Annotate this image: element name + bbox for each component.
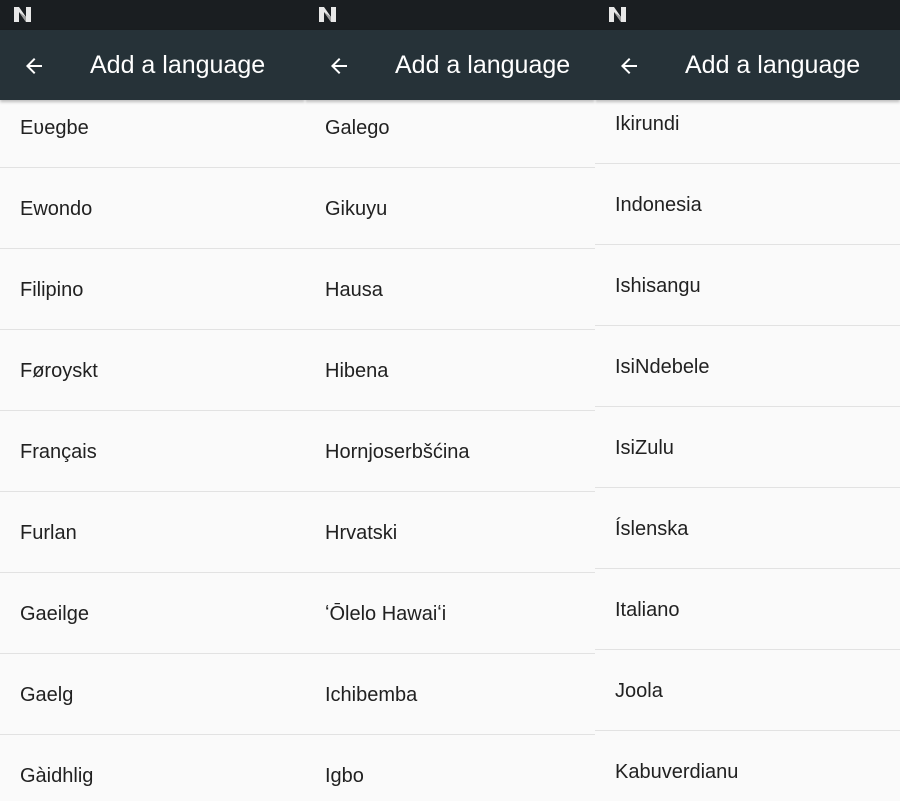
app-bar: Add a language <box>305 30 595 100</box>
language-label: Italiano <box>615 599 680 621</box>
language-label: Furlan <box>20 522 77 544</box>
nougat-n-icon <box>14 7 31 22</box>
language-label: Hibena <box>325 360 389 382</box>
language-label: Ikirundi <box>615 113 680 135</box>
page-title: Add a language <box>395 51 571 79</box>
status-bar <box>595 0 900 30</box>
language-item[interactable]: Íslenska <box>595 488 900 569</box>
language-item[interactable]: Ishisangu <box>595 245 900 326</box>
language-item[interactable]: Føroyskt <box>0 330 305 411</box>
language-label: Gikuyu <box>325 198 388 220</box>
language-label: Íslenska <box>615 518 689 540</box>
language-item[interactable]: Igbo <box>305 735 595 801</box>
back-button[interactable] <box>14 46 54 86</box>
language-item[interactable]: Hrvatski <box>305 492 595 573</box>
nougat-n-icon <box>319 7 336 22</box>
language-item[interactable]: IsiNdebele <box>595 326 900 407</box>
status-bar <box>305 0 595 30</box>
language-label: Hausa <box>325 279 383 301</box>
language-label: Gaeilge <box>20 603 89 625</box>
arrow-back-icon <box>26 58 42 74</box>
language-label: Kabuverdianu <box>615 761 739 783</box>
language-item[interactable]: Joola <box>595 650 900 731</box>
language-label: Ishisangu <box>615 275 701 297</box>
language-item[interactable]: Gikuyu <box>305 168 595 249</box>
language-label: Joola <box>615 680 663 702</box>
language-label: Ichibemba <box>325 684 418 706</box>
page-title: Add a language <box>685 51 861 79</box>
language-label: IsiZulu <box>615 437 674 459</box>
language-label: Hrvatski <box>325 522 398 544</box>
language-label: Filipino <box>20 279 84 301</box>
language-item[interactable]: Indonesia <box>595 164 900 245</box>
language-label: Føroyskt <box>20 360 98 382</box>
app-bar: Add a language <box>595 30 900 100</box>
language-item[interactable]: ʻŌlelo Hawaiʻi <box>305 573 595 654</box>
language-item[interactable]: Hornjoserbšćina <box>305 411 595 492</box>
language-item[interactable]: Français <box>0 411 305 492</box>
language-label: Gaelg <box>20 684 74 706</box>
language-label: Ewondo <box>20 198 93 220</box>
language-label: Eʋegbe <box>20 117 89 139</box>
page-title: Add a language <box>90 51 266 79</box>
language-label: ʻŌlelo Hawaiʻi <box>325 603 447 625</box>
language-label: Français <box>20 441 97 463</box>
back-button[interactable] <box>319 46 359 86</box>
language-label: Gàidhlig <box>20 765 94 787</box>
arrow-back-icon <box>621 58 637 74</box>
nougat-n-icon <box>609 7 626 22</box>
language-item[interactable]: Gàidhlig <box>0 735 305 801</box>
language-item[interactable]: Gaelg <box>0 654 305 735</box>
language-item[interactable]: Italiano <box>595 569 900 650</box>
language-item[interactable]: Gaeilge <box>0 573 305 654</box>
language-list: Ikirundi Indonesia Ishisangu IsiNdebele … <box>595 83 900 801</box>
language-item[interactable]: Hibena <box>305 330 595 411</box>
language-item[interactable]: Filipino <box>0 249 305 330</box>
language-panel-3: Add a language Ikirundi Indonesia Ishisa… <box>595 0 900 801</box>
language-item[interactable]: Hausa <box>305 249 595 330</box>
language-item[interactable]: Ichibemba <box>305 654 595 735</box>
language-label: IsiNdebele <box>615 356 710 378</box>
language-panel-1: Add a language Eʋegbe Ewondo Filipino Fø… <box>0 0 305 801</box>
language-label: Galego <box>325 117 390 139</box>
status-bar <box>0 0 305 30</box>
back-button[interactable] <box>609 46 649 86</box>
language-panel-2: Add a language Galego Gikuyu Hausa Hiben… <box>305 0 595 801</box>
language-label: Indonesia <box>615 194 702 216</box>
language-item[interactable]: Kabuverdianu <box>595 731 900 801</box>
app-bar: Add a language <box>0 30 305 100</box>
language-list: Eʋegbe Ewondo Filipino Føroyskt Français… <box>0 87 305 801</box>
language-label: Igbo <box>325 765 364 787</box>
language-list: Galego Gikuyu Hausa Hibena Hornjoserbšći… <box>305 87 595 801</box>
arrow-back-icon <box>331 58 347 74</box>
language-label: Hornjoserbšćina <box>325 441 470 463</box>
language-item[interactable]: Furlan <box>0 492 305 573</box>
language-item[interactable]: Ewondo <box>0 168 305 249</box>
language-item[interactable]: IsiZulu <box>595 407 900 488</box>
